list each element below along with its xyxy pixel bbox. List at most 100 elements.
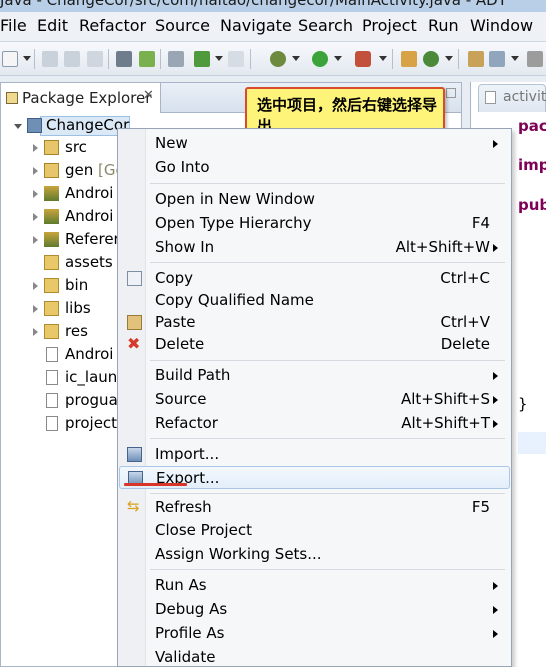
menu-item-refactor[interactable]: Refactor Alt+Shift+T: [119, 412, 510, 435]
tree-item-proguard[interactable]: progua: [0, 390, 130, 412]
menu-window[interactable]: Window: [470, 16, 533, 35]
tree-item-project[interactable]: ChangeCor: [0, 115, 130, 137]
expand-icon[interactable]: [33, 213, 38, 221]
menu-search[interactable]: Search: [298, 16, 353, 35]
menu-item-copy[interactable]: Copy Ctrl+C: [119, 267, 510, 290]
run-dropdown-icon[interactable]: [334, 56, 342, 61]
new-package-icon[interactable]: [401, 51, 417, 67]
menu-item-import[interactable]: Import...: [119, 443, 510, 466]
tree-item-project-properties[interactable]: project: [0, 413, 130, 435]
run-icon[interactable]: [312, 51, 328, 67]
menu-item-paste[interactable]: Paste Ctrl+V: [119, 311, 510, 334]
menu-item-delete[interactable]: ✖ Delete Delete: [119, 333, 510, 356]
menu-item-show-in[interactable]: Show In Alt+Shift+W: [119, 236, 510, 259]
xml-file-icon: [46, 347, 58, 362]
menu-item-profile-as[interactable]: Profile As: [119, 622, 510, 645]
debug-icon[interactable]: [270, 51, 286, 67]
collapse-icon[interactable]: [14, 124, 22, 129]
menu-item-label: Go Into: [155, 158, 210, 176]
expand-icon[interactable]: [33, 190, 38, 198]
open-type-icon[interactable]: [468, 51, 484, 67]
tree-item-ic-launcher[interactable]: ic_laun: [0, 367, 130, 389]
menu-source[interactable]: Source: [155, 16, 210, 35]
menu-item-label: Close Project: [155, 521, 252, 539]
new-icon[interactable]: [2, 51, 18, 67]
external-tools-dropdown-icon[interactable]: [379, 56, 387, 61]
tab-package-explorer[interactable]: Package Explorer ✕: [1, 83, 161, 113]
tree-item-android-library[interactable]: Androi: [0, 183, 130, 205]
file-icon: [46, 370, 58, 385]
menu-item-validate[interactable]: Validate: [119, 646, 510, 667]
menu-file[interactable]: File: [0, 16, 27, 35]
debug-dropdown-icon[interactable]: [292, 56, 300, 61]
close-icon[interactable]: ✕: [143, 88, 154, 103]
expand-icon[interactable]: [33, 144, 38, 152]
search-icon[interactable]: [489, 51, 505, 67]
tree-item-referenced-libraries[interactable]: Referer: [0, 229, 130, 251]
window-title-bar: Java - ChangeCor/src/com/haitao/changeco…: [0, 0, 546, 12]
search-dropdown-icon[interactable]: [511, 56, 519, 61]
checklist-dropdown-icon[interactable]: [215, 56, 223, 61]
refresh-icon: ⇆: [127, 497, 140, 515]
menu-separator: [150, 262, 505, 263]
menu-item-label: Profile As: [155, 624, 225, 642]
tree-item-label: libs: [65, 299, 91, 317]
code-import: impo: [518, 156, 546, 174]
menu-item-debug-as[interactable]: Debug As: [119, 598, 510, 621]
tree-item-res[interactable]: res: [0, 321, 130, 343]
new-class-dropdown-icon[interactable]: [445, 56, 453, 61]
menu-item-label: Source: [155, 390, 207, 408]
tree-item-gen[interactable]: gen [Ge: [0, 160, 130, 182]
expand-icon[interactable]: [33, 167, 38, 175]
tree-item-manifest[interactable]: Androi: [0, 344, 130, 366]
tree-item-bin[interactable]: bin: [0, 275, 130, 297]
expand-icon[interactable]: [33, 305, 38, 313]
expand-icon[interactable]: [33, 282, 38, 290]
menu-item-build-path[interactable]: Build Path: [119, 364, 510, 387]
menu-item-assign-working-sets[interactable]: Assign Working Sets...: [119, 543, 510, 566]
print-icon[interactable]: [87, 51, 103, 67]
tree-item-label: gen: [65, 161, 94, 179]
sdk-manager-icon[interactable]: [116, 51, 132, 67]
menu-separator: [150, 360, 505, 361]
menu-item-shortcut: F5: [471, 498, 490, 516]
expand-icon[interactable]: [33, 328, 38, 336]
menu-bar: File Edit Refactor Source Navigate Searc…: [0, 12, 546, 42]
tree-item-label: progua: [65, 391, 118, 409]
avd-manager-icon[interactable]: [139, 51, 155, 67]
menu-refactor[interactable]: Refactor: [79, 16, 146, 35]
menu-project[interactable]: Project: [362, 16, 417, 35]
menu-navigate[interactable]: Navigate: [220, 16, 292, 35]
new-class-icon[interactable]: [423, 51, 439, 67]
menu-item-open-new-window[interactable]: Open in New Window: [119, 188, 510, 211]
menu-item-source[interactable]: Source Alt+Shift+S: [119, 388, 510, 411]
overflow-icon[interactable]: [527, 51, 543, 67]
menu-item-label: Open in New Window: [155, 190, 315, 208]
maximize-icon[interactable]: [446, 88, 456, 98]
menu-item-copy-qualified-name[interactable]: Copy Qualified Name: [119, 289, 510, 312]
external-tools-icon[interactable]: [355, 51, 371, 67]
terminal-icon[interactable]: [228, 51, 244, 67]
menu-item-close-project[interactable]: Close Project: [119, 519, 510, 542]
tree-item-label: src: [65, 138, 87, 156]
toolbar-separator: [160, 49, 161, 69]
menu-item-run-as[interactable]: Run As: [119, 574, 510, 597]
save-all-icon[interactable]: [64, 51, 80, 67]
tree-item-libs[interactable]: libs: [0, 298, 130, 320]
tree-item-android-dependencies[interactable]: Androi: [0, 206, 130, 228]
context-menu: New Go Into Open in New Window Open Type…: [117, 128, 512, 667]
menu-item-go-into[interactable]: Go Into: [119, 156, 510, 179]
checklist-icon[interactable]: [194, 51, 210, 67]
menu-edit[interactable]: Edit: [37, 16, 68, 35]
expand-icon[interactable]: [33, 236, 38, 244]
tree-item-src[interactable]: src: [0, 137, 130, 159]
new-dropdown-icon[interactable]: [23, 56, 31, 61]
menu-item-open-type-hierarchy[interactable]: Open Type Hierarchy F4: [119, 212, 510, 235]
menu-run[interactable]: Run: [428, 16, 459, 35]
menu-item-new[interactable]: New: [119, 132, 510, 155]
tree-item-assets[interactable]: assets: [0, 252, 130, 274]
save-icon[interactable]: [42, 51, 58, 67]
tree-item-label: bin: [65, 276, 89, 294]
lint-icon[interactable]: [168, 51, 184, 67]
menu-item-refresh[interactable]: ⇆ Refresh F5: [119, 496, 510, 519]
